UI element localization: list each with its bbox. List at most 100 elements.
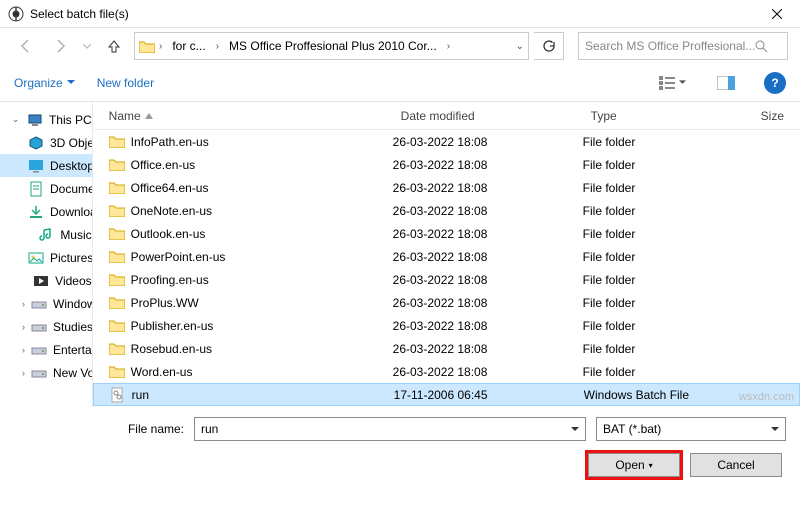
- sidebar-item-documents[interactable]: Documents: [0, 177, 92, 200]
- sort-asc-icon: [145, 113, 153, 119]
- desktop-icon: [28, 158, 44, 174]
- file-name: OneNote.en-us: [131, 204, 212, 218]
- file-type: File folder: [583, 365, 753, 379]
- folder-icon: [109, 364, 125, 380]
- file-row[interactable]: Office.en-us26-03-2022 18:08File folder: [93, 153, 800, 176]
- file-row[interactable]: run17-11-2006 06:45Windows Batch File: [93, 383, 800, 406]
- sidebar-item-label: 3D Objects: [50, 136, 92, 150]
- drive-icon: [31, 365, 47, 381]
- sidebar-item-windows-ssd-c[interactable]: ›Windows-SSD (C: [0, 292, 92, 315]
- filename-label: File name:: [14, 422, 184, 436]
- folder-icon: [109, 249, 125, 265]
- file-name: ProPlus.WW: [131, 296, 199, 310]
- file-row[interactable]: InfoPath.en-us26-03-2022 18:08File folde…: [93, 130, 800, 153]
- close-button[interactable]: [754, 0, 800, 28]
- cancel-button[interactable]: Cancel: [690, 453, 782, 477]
- titlebar: Select batch file(s): [0, 0, 800, 28]
- recent-dropdown[interactable]: [80, 32, 94, 60]
- file-row[interactable]: Office64.en-us26-03-2022 18:08File folde…: [93, 176, 800, 199]
- preview-pane-button[interactable]: [710, 71, 742, 95]
- main-area: ⌄ This PC 3D Objects DesktopDocumentsDownlo…: [0, 102, 800, 407]
- sidebar-item-entertainment-e[interactable]: ›Entertainment (E: [0, 338, 92, 361]
- toolbar: Organize New folder ?: [0, 64, 800, 102]
- sidebar-item-3d-objects[interactable]: 3D Objects: [0, 131, 92, 154]
- help-button[interactable]: ?: [764, 72, 786, 94]
- open-button[interactable]: Open▾: [588, 453, 680, 477]
- sidebar-item-studies-d-[interactable]: › Studies (D:): [0, 315, 92, 338]
- file-row[interactable]: Proofing.en-us26-03-2022 18:08File folde…: [93, 268, 800, 291]
- file-row[interactable]: Publisher.en-us26-03-2022 18:08File fold…: [93, 314, 800, 337]
- sidebar-item-this-pc[interactable]: ⌄ This PC: [0, 108, 92, 131]
- 3d-icon: [28, 135, 44, 151]
- file-date: 26-03-2022 18:08: [393, 158, 583, 172]
- refresh-button[interactable]: [534, 32, 564, 60]
- breadcrumb-item[interactable]: MS Office Proffesional Plus 2010 Cor...: [223, 37, 443, 55]
- sidebar-item-label: This PC: [49, 113, 92, 127]
- file-date: 17-11-2006 06:45: [394, 388, 584, 402]
- file-row[interactable]: Rosebud.en-us26-03-2022 18:08File folder: [93, 337, 800, 360]
- sidebar-item-downloads[interactable]: Downloads: [0, 200, 92, 223]
- column-date[interactable]: Date modified: [393, 109, 583, 123]
- file-name: run: [132, 388, 149, 402]
- file-type: File folder: [583, 273, 753, 287]
- file-name: PowerPoint.en-us: [131, 250, 226, 264]
- file-name: Rosebud.en-us: [131, 342, 212, 356]
- file-row[interactable]: Word.en-us 26-03-2022 18:08File folder: [93, 360, 800, 383]
- sidebar-item-label: Pictures: [50, 251, 92, 265]
- address-dropdown[interactable]: ⌄: [516, 41, 524, 52]
- file-type: File folder: [583, 319, 753, 333]
- organize-menu[interactable]: Organize: [14, 76, 75, 90]
- folder-icon: [109, 203, 125, 219]
- expand-icon: ›: [22, 322, 25, 332]
- file-row[interactable]: ProPlus.WW26-03-2022 18:08File folder: [93, 291, 800, 314]
- chevron-down-icon: [571, 427, 579, 432]
- chevron-icon: ›: [447, 41, 450, 52]
- column-size[interactable]: Size: [753, 109, 800, 123]
- address-bar[interactable]: › for c... › MS Office Proffesional Plus…: [134, 32, 529, 60]
- expand-icon: ⌄: [10, 114, 21, 125]
- chevron-icon: ›: [216, 41, 219, 52]
- file-type-filter[interactable]: BAT (*.bat): [596, 417, 786, 441]
- file-date: 26-03-2022 18:08: [393, 319, 583, 333]
- expand-icon: ›: [22, 299, 25, 309]
- sidebar-item-desktop[interactable]: Desktop: [0, 154, 92, 177]
- column-name[interactable]: Name: [93, 109, 393, 123]
- up-button[interactable]: [100, 32, 128, 60]
- sidebar-item-pictures[interactable]: Pictures: [0, 246, 92, 269]
- file-type: File folder: [583, 227, 753, 241]
- breadcrumb-item[interactable]: for c...: [166, 37, 211, 55]
- filename-input[interactable]: run: [194, 417, 586, 441]
- folder-icon: [109, 318, 125, 334]
- sidebar-item-new-volume-f-[interactable]: ›New Volume (F:): [0, 361, 92, 384]
- search-input[interactable]: Search MS Office Proffesional...: [578, 32, 788, 60]
- folder-icon: [109, 272, 125, 288]
- file-row[interactable]: PowerPoint.en-us26-03-2022 18:08File fol…: [93, 245, 800, 268]
- file-name: Outlook.en-us: [131, 227, 206, 241]
- search-icon: [755, 40, 768, 53]
- forward-button[interactable]: [46, 32, 74, 60]
- file-row[interactable]: Outlook.en-us26-03-2022 18:08File folder: [93, 222, 800, 245]
- pc-icon: [27, 112, 43, 128]
- sidebar-item-label: Videos: [55, 274, 91, 288]
- file-row[interactable]: OneNote.en-us26-03-2022 18:08File folder: [93, 199, 800, 222]
- file-name: Word.en-us: [131, 365, 193, 379]
- file-date: 26-03-2022 18:08: [393, 135, 583, 149]
- search-placeholder: Search MS Office Proffesional...: [585, 39, 755, 53]
- new-folder-button[interactable]: New folder: [97, 76, 154, 90]
- view-list-button[interactable]: [656, 71, 688, 95]
- folder-icon: [109, 134, 125, 150]
- pics-icon: [28, 250, 44, 266]
- file-date: 26-03-2022 18:08: [393, 365, 583, 379]
- vid-icon: [33, 273, 49, 289]
- file-name: Office64.en-us: [131, 181, 209, 195]
- sidebar-item-videos[interactable]: Videos: [0, 269, 92, 292]
- footer: File name: run BAT (*.bat) Open▾ Cancel: [0, 407, 800, 477]
- back-button[interactable]: [12, 32, 40, 60]
- chevron-icon: ›: [159, 41, 162, 52]
- file-type: File folder: [583, 296, 753, 310]
- column-type[interactable]: Type: [583, 109, 753, 123]
- folder-icon: [109, 341, 125, 357]
- sidebar-item-label: Studies (D:): [53, 320, 92, 334]
- sidebar-item-music[interactable]: Music: [0, 223, 92, 246]
- file-date: 26-03-2022 18:08: [393, 273, 583, 287]
